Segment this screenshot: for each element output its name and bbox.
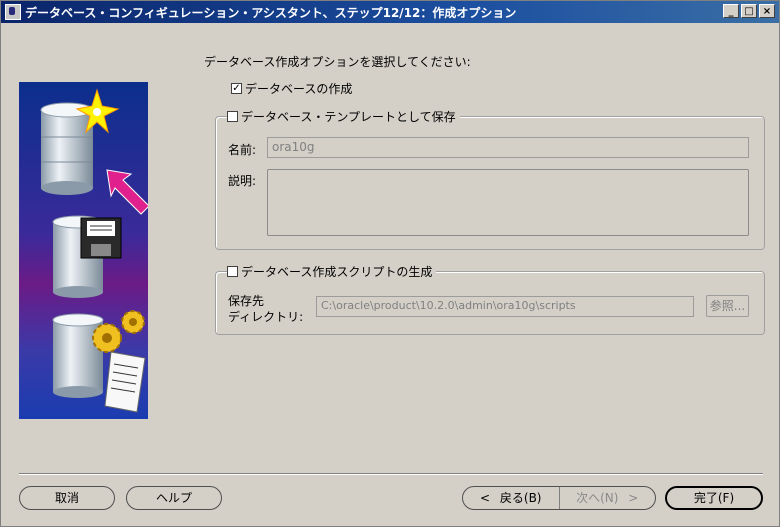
options-prompt: データベース作成オプションを選択してください: (204, 55, 471, 69)
next-arrow-icon: > (628, 491, 639, 505)
wizard-illustration (19, 82, 148, 419)
save-template-label: データベース・テンプレートとして保存 (241, 110, 456, 124)
generate-scripts-option[interactable]: データベース作成スクリプトの生成 (227, 263, 437, 280)
dest-dir-input[interactable]: C:\oracle\product\10.2.0\admin\ora10g\sc… (316, 296, 694, 317)
back-button-label: 戻る(B) (499, 491, 542, 505)
window-title: データベース・コンフィギュレーション・アシスタント、ステップ12/12：作成オプ… (25, 5, 517, 20)
generate-scripts-label: データベース作成スクリプトの生成 (241, 265, 433, 279)
template-desc-label: 説明: (228, 174, 257, 188)
window-controls: _ □ × (723, 4, 775, 18)
cancel-button[interactable]: 取消 (19, 486, 115, 510)
create-database-option[interactable]: ✓ データベースの作成 (231, 80, 357, 97)
template-desc-textarea[interactable] (267, 169, 749, 236)
back-button[interactable]: < 戻る(B) (463, 487, 559, 509)
template-name-input[interactable]: ora10g (267, 137, 749, 158)
close-button[interactable]: × (759, 4, 775, 18)
create-database-checkbox[interactable]: ✓ (231, 83, 242, 94)
browse-button[interactable]: 参照... (706, 295, 749, 317)
create-database-label: データベースの作成 (245, 82, 353, 96)
generate-scripts-checkbox[interactable] (227, 266, 238, 277)
next-button[interactable]: 次へ(N) > (558, 487, 656, 509)
template-name-label: 名前: (228, 143, 257, 157)
database-create-icon (40, 102, 94, 195)
app-icon[interactable] (5, 4, 21, 20)
help-button[interactable]: ヘルプ (126, 486, 222, 510)
minimize-button[interactable]: _ (723, 4, 739, 18)
navigation-buttons: < 戻る(B) 次へ(N) > (462, 486, 656, 510)
save-template-checkbox[interactable] (227, 111, 238, 122)
dbca-window: データベース・コンフィギュレーション・アシスタント、ステップ12/12：作成オプ… (0, 0, 780, 527)
footer-separator (19, 473, 763, 475)
finish-button[interactable]: 完了(F) (665, 486, 763, 510)
next-button-label: 次へ(N) (576, 491, 619, 505)
save-template-option[interactable]: データベース・テンプレートとして保存 (227, 108, 460, 125)
dest-dir-label-line2: ディレクトリ: (228, 310, 304, 324)
database-script-icon (52, 313, 104, 398)
dest-dir-label-line1: 保存先 (228, 294, 265, 308)
title-bar[interactable]: データベース・コンフィギュレーション・アシスタント、ステップ12/12：作成オプ… (1, 1, 779, 23)
floppy-icon (80, 217, 122, 259)
back-arrow-icon: < (480, 491, 491, 505)
maximize-button[interactable]: □ (741, 4, 757, 18)
